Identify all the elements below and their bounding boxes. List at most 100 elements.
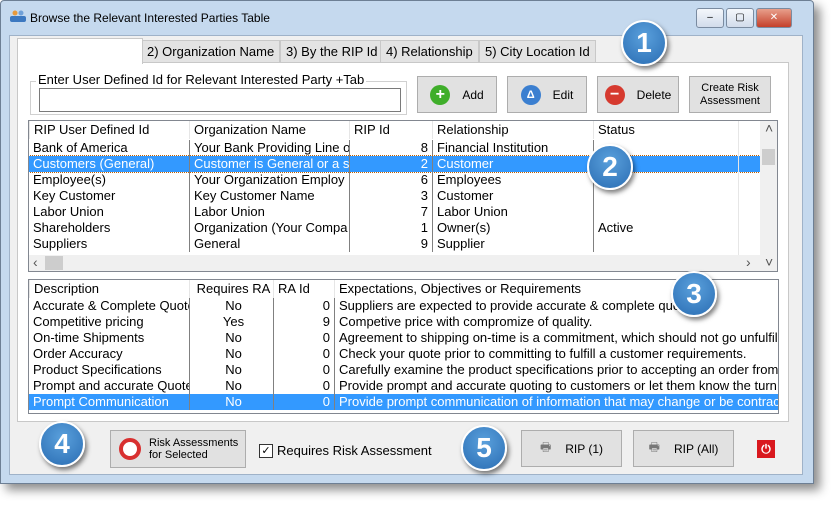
table-row[interactable]: Bank of America Your Bank Providing Line …: [29, 140, 760, 156]
table-cell: Customers (General): [33, 156, 155, 171]
table-cell: Prompt Communication: [33, 394, 169, 409]
tab-organization-name[interactable]: 2) Organization Name: [141, 40, 281, 63]
scroll-right-icon[interactable]: ›: [746, 254, 751, 270]
table-cell: 6: [349, 172, 432, 188]
table-cell: [593, 236, 738, 252]
parties-grid[interactable]: RIP User Defined Id Organization Name RIP …: [28, 120, 778, 272]
table-row[interactable]: Suppliers General 9 Supplier: [29, 236, 760, 252]
table-cell: Active: [593, 220, 738, 236]
vertical-scrollbar[interactable]: [760, 121, 777, 271]
table-cell: Supplier: [432, 236, 593, 252]
table-row[interactable]: On-time Shipments No 0 Agreement to shippin…: [29, 330, 778, 346]
h-scrollbar-thumb[interactable]: [45, 256, 63, 270]
scrollbar-thumb[interactable]: [762, 149, 775, 165]
table-cell: 0: [273, 346, 334, 362]
table-cell: Shareholders: [33, 220, 111, 235]
table-row[interactable]: Labor Union Labor Union 7 Labor Union: [29, 204, 760, 220]
grid-header: Description Requires RA RA Id Expectations,…: [29, 280, 778, 298]
table-cell: No: [189, 330, 273, 346]
table-cell: No: [189, 362, 273, 378]
table-row[interactable]: Key Customer Key Customer Name 3 Customer: [29, 188, 760, 204]
table-row[interactable]: Prompt and accurate Quote No 0 Provide prom…: [29, 378, 778, 394]
table-row[interactable]: Competitive pricing Yes 9 Competive price w…: [29, 314, 778, 330]
edit-label: Edit: [552, 87, 574, 102]
minimize-button[interactable]: –: [696, 8, 724, 28]
maximize-button[interactable]: ▢: [726, 8, 754, 28]
table-cell: 0: [273, 394, 334, 410]
tab-relationship[interactable]: 4) Relationship: [380, 40, 479, 63]
expectations-grid[interactable]: Description Requires RA RA Id Expectations,…: [28, 279, 779, 414]
callout-badge-1: 1: [621, 20, 667, 66]
risk-assessments-for-selected-button[interactable]: Risk Assessments for Selected: [110, 430, 246, 468]
target-icon: [119, 438, 141, 460]
scroll-down-icon[interactable]: ˅: [765, 254, 773, 270]
column-header[interactable]: Organization Name: [189, 121, 349, 139]
scroll-left-icon[interactable]: ‹: [33, 254, 38, 270]
table-cell: On-time Shipments: [33, 330, 145, 345]
table-cell: [593, 188, 738, 204]
rip-all-print-button[interactable]: 🖶 RIP (All): [633, 430, 734, 467]
delete-label: Delete: [636, 87, 672, 102]
window-title: Browse the Relevant Interested Parties T…: [30, 11, 270, 25]
table-cell: 7: [349, 204, 432, 220]
column-header[interactable]: RA Id: [273, 280, 334, 298]
table-row[interactable]: Customers (General) Customer is General o…: [29, 155, 761, 173]
table-row[interactable]: Accurate & Complete Quote No 0 Suppliers ar…: [29, 298, 778, 314]
table-cell: Competive price with compromize of quali…: [334, 314, 778, 330]
table-row[interactable]: Product Specifications No 0 Carefully exami…: [29, 362, 778, 378]
column-header[interactable]: RIP Id: [349, 121, 432, 139]
column-header[interactable]: Requires RA: [189, 280, 273, 298]
table-cell: Key Customer: [33, 188, 116, 203]
tab-city-location-id[interactable]: 5) City Location Id: [479, 40, 596, 63]
table-row[interactable]: Shareholders Organization (Your Compa 1 Own…: [29, 220, 760, 236]
plus-icon: +: [430, 84, 451, 105]
table-row[interactable]: Prompt Communication No 0 Provide prompt co…: [29, 394, 778, 410]
table-cell: Provide prompt and accurate quoting to c…: [334, 378, 778, 394]
grid-header: RIP User Defined Id Organization Name RIP …: [29, 121, 777, 139]
table-cell: General: [189, 236, 349, 252]
table-cell: 2: [349, 156, 432, 172]
table-cell: 3: [349, 188, 432, 204]
tab-by-rip-id[interactable]: 3) By the RIP Id: [280, 40, 384, 63]
table-cell: 9: [273, 314, 334, 330]
table-row[interactable]: Order Accuracy No 0 Check your quote prior …: [29, 346, 778, 362]
table-cell: Employee(s): [33, 172, 106, 187]
column-header[interactable]: Relationship: [432, 121, 593, 139]
table-cell: Bank of America: [33, 140, 128, 155]
requires-ra-checkbox[interactable]: ✓: [259, 444, 273, 458]
horizontal-scrollbar[interactable]: [29, 255, 760, 271]
rip-one-label: RIP (1): [565, 441, 604, 456]
rip-all-label: RIP (All): [673, 441, 719, 456]
table-cell: Suppliers: [33, 236, 88, 251]
table-cell: Agreement to shipping on-time is a commi…: [334, 330, 778, 346]
ud-id-input[interactable]: [39, 88, 401, 112]
column-header[interactable]: RIP User Defined Id: [29, 121, 189, 139]
column-header[interactable]: Status: [593, 121, 738, 139]
scroll-up-icon[interactable]: ˄: [765, 121, 773, 136]
table-row[interactable]: Employee(s) Your Organization Employ 6 Empl…: [29, 172, 760, 188]
column-header[interactable]: Description: [29, 280, 189, 298]
add-button[interactable]: + Add: [417, 76, 497, 113]
table-cell: Labor Union: [189, 204, 349, 220]
create-risk-assessment-button[interactable]: Create Risk Assessment: [689, 76, 771, 113]
table-cell: No: [189, 298, 273, 314]
table-cell: Organization (Your Compa: [189, 220, 349, 236]
add-label: Add: [462, 87, 484, 102]
edit-button[interactable]: Δ Edit: [507, 76, 587, 113]
table-cell: Your Organization Employ: [189, 172, 349, 188]
rip-one-print-button[interactable]: 🖶 RIP (1): [521, 430, 622, 467]
table-cell: Financial Institution: [432, 140, 593, 156]
table-cell: Owner(s): [432, 220, 593, 236]
table-cell: Check your quote prior to committing to …: [334, 346, 778, 362]
table-cell: 0: [273, 298, 334, 314]
table-cell: Order Accuracy: [33, 346, 123, 361]
people-icon: [10, 10, 26, 22]
tab-by-rip-ud-id[interactable]: 1) By the RIP UD Id: [17, 38, 143, 64]
delete-button[interactable]: − Delete: [597, 76, 679, 113]
table-cell: No: [189, 378, 273, 394]
power-exit-icon[interactable]: ⏻: [757, 440, 775, 458]
callout-badge-5: 5: [461, 425, 507, 471]
table-cell: 0: [273, 362, 334, 378]
printer-icon: 🖶: [648, 440, 660, 454]
close-button[interactable]: ✕: [756, 8, 792, 28]
